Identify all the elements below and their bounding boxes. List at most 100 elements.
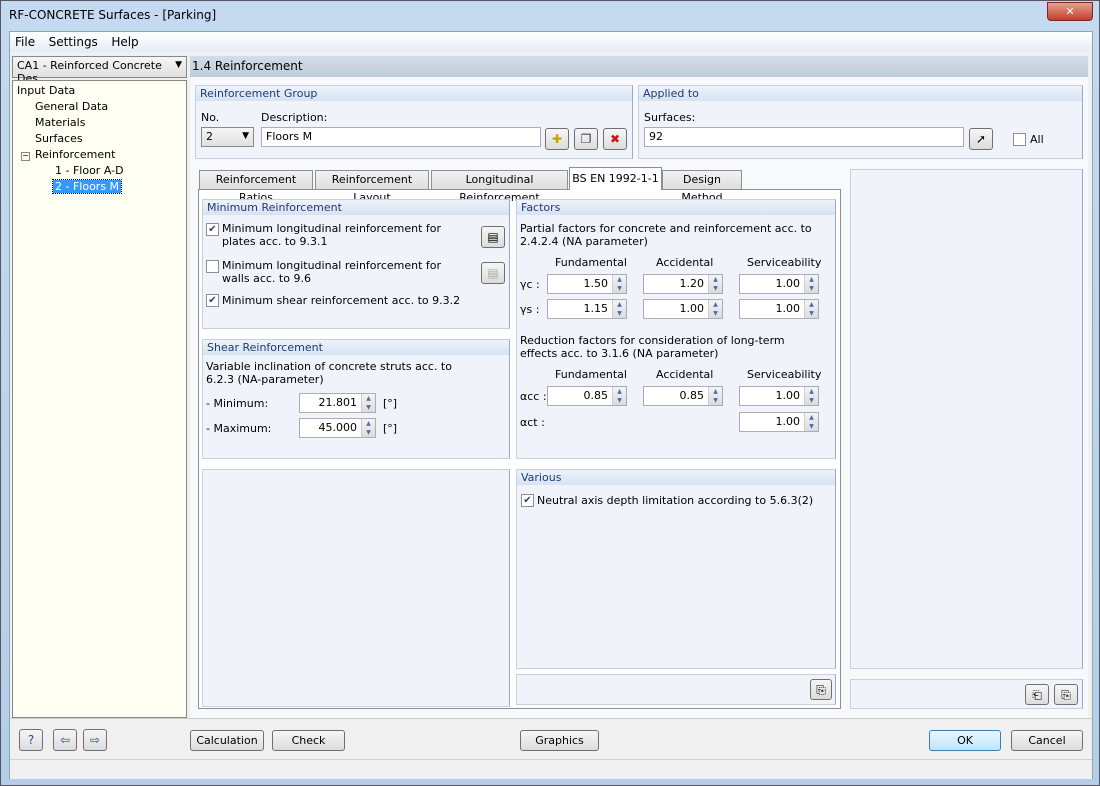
- factor-value: 1.20: [679, 277, 705, 290]
- gamma-s-input[interactable]: 1.00 ▲ ▼: [643, 299, 723, 319]
- spinner[interactable]: ▲ ▼: [361, 419, 375, 437]
- surfaces-label: Surfaces:: [644, 111, 696, 124]
- spinner[interactable]: ▲ ▼: [804, 300, 818, 318]
- shear-title: Shear Reinforcement: [203, 340, 509, 355]
- export-button[interactable]: ⎘: [810, 679, 832, 700]
- collapse-icon[interactable]: −: [21, 152, 30, 161]
- info-panel: [850, 169, 1083, 669]
- surfaces-input[interactable]: 92: [644, 127, 964, 147]
- tree-item-surfaces[interactable]: Surfaces: [17, 131, 182, 147]
- spinner[interactable]: ▲ ▼: [804, 387, 818, 405]
- tree-item-materials[interactable]: Materials: [17, 115, 182, 131]
- spinner[interactable]: ▲ ▼: [708, 387, 722, 405]
- tree-item-reinforcement[interactable]: Reinforcement: [35, 148, 115, 161]
- alpha-ct-input[interactable]: 1.00 ▲ ▼: [739, 412, 819, 432]
- import-button[interactable]: ⎗: [1025, 684, 1049, 705]
- next-button[interactable]: ⇨: [83, 729, 107, 751]
- tab-longitudinal-reinforcement[interactable]: Longitudinal Reinforcement: [431, 170, 568, 204]
- chevron-down-icon: ▼: [242, 131, 249, 141]
- shear-reinforcement-group: Shear Reinforcement Variable inclination…: [202, 339, 510, 459]
- edit-icon: ▤: [487, 230, 499, 244]
- factor-value: 1.00: [775, 277, 801, 290]
- partial-factors-description: Partial factors for concrete and reinfor…: [520, 222, 812, 248]
- factor-value: 1.00: [679, 302, 705, 315]
- spinner[interactable]: ▲ ▼: [708, 300, 722, 318]
- alpha-cc-input[interactable]: 0.85 ▲ ▼: [547, 386, 627, 406]
- close-button[interactable]: ✕: [1047, 2, 1093, 21]
- plates-settings-button[interactable]: ▤: [481, 226, 505, 248]
- info-toolbar: ⎗ ⎘: [850, 679, 1083, 709]
- copy-group-button[interactable]: ❐: [574, 128, 598, 150]
- col-accidental: Accidental: [656, 368, 714, 381]
- new-group-button[interactable]: ✚: [545, 128, 569, 150]
- neutral-axis-checkbox[interactable]: ✔: [521, 494, 534, 507]
- gamma-c-input[interactable]: 1.20 ▲ ▼: [643, 274, 723, 294]
- alpha-cc-label: αcc :: [520, 390, 547, 403]
- spinner[interactable]: ▲ ▼: [361, 394, 375, 412]
- previous-button[interactable]: ⇦: [53, 729, 77, 751]
- help-icon: ?: [27, 733, 35, 747]
- min-plates-label: Minimum longitudinal reinforcement for p…: [222, 222, 442, 248]
- gamma-s-input[interactable]: 1.15 ▲ ▼: [547, 299, 627, 319]
- neutral-axis-label: Neutral axis depth limitation according …: [537, 494, 814, 507]
- walls-settings-button[interactable]: ▤: [481, 262, 505, 284]
- col-fundamental: Fundamental: [555, 256, 627, 269]
- tab-bs-en-1992-1-1[interactable]: BS EN 1992-1-1: [569, 167, 662, 190]
- alpha-cc-input[interactable]: 1.00 ▲ ▼: [739, 386, 819, 406]
- spinner[interactable]: ▲ ▼: [804, 413, 818, 431]
- tree-root[interactable]: Input Data: [17, 83, 182, 99]
- menu-file[interactable]: File: [10, 32, 40, 52]
- pick-surfaces-button[interactable]: ➚: [969, 128, 993, 150]
- spinner[interactable]: ▲ ▼: [708, 275, 722, 293]
- cancel-button[interactable]: Cancel: [1011, 730, 1083, 751]
- menu-settings[interactable]: Settings: [44, 32, 103, 52]
- factor-value: 1.15: [583, 302, 609, 315]
- min-walls-checkbox[interactable]: [206, 260, 219, 273]
- factor-value: 0.85: [679, 389, 705, 402]
- graphics-button[interactable]: Graphics: [520, 730, 599, 751]
- col-serviceability: Serviceability: [747, 256, 822, 269]
- alpha-cc-input[interactable]: 0.85 ▲ ▼: [643, 386, 723, 406]
- factor-value: 1.00: [775, 389, 801, 402]
- delete-group-button[interactable]: ✖: [603, 128, 627, 150]
- edit-icon: ▤: [487, 266, 499, 280]
- spinner[interactable]: ▲ ▼: [804, 275, 818, 293]
- all-label: All: [1030, 133, 1044, 146]
- client-area: File Settings Help CA1 - Reinforced Conc…: [9, 31, 1093, 779]
- gamma-c-input[interactable]: 1.00 ▲ ▼: [739, 274, 819, 294]
- check-button[interactable]: Check: [272, 730, 345, 751]
- new-icon: ✚: [551, 132, 563, 146]
- no-label: No.: [201, 111, 220, 124]
- shear-description: Variable inclination of concrete struts …: [206, 360, 452, 386]
- factor-value: 0.85: [583, 389, 609, 402]
- no-combo[interactable]: 2 ▼: [201, 127, 254, 147]
- tree-item-floor-a-d[interactable]: 1 - Floor A-D: [17, 163, 182, 179]
- tab-reinforcement-ratios[interactable]: Reinforcement Ratios: [199, 170, 313, 204]
- tree-item-general-data[interactable]: General Data: [17, 99, 182, 115]
- spinner[interactable]: ▲ ▼: [612, 387, 626, 405]
- tab-reinforcement-layout[interactable]: Reinforcement Layout: [315, 170, 429, 204]
- help-button[interactable]: ?: [19, 729, 43, 751]
- spinner[interactable]: ▲ ▼: [612, 275, 626, 293]
- gamma-c-input[interactable]: 1.50 ▲ ▼: [547, 274, 627, 294]
- description-input[interactable]: Floors M: [261, 127, 541, 147]
- shear-max-input[interactable]: 45.000 ▲ ▼: [299, 418, 376, 438]
- spinner[interactable]: ▲ ▼: [612, 300, 626, 318]
- ok-button[interactable]: OK: [929, 730, 1001, 751]
- gamma-s-input[interactable]: 1.00 ▲ ▼: [739, 299, 819, 319]
- menu-help[interactable]: Help: [106, 32, 143, 52]
- calculation-button[interactable]: Calculation: [190, 730, 264, 751]
- group-title: Reinforcement Group: [196, 86, 632, 101]
- all-checkbox[interactable]: [1013, 133, 1026, 146]
- shear-min-input[interactable]: 21.801 ▲ ▼: [299, 393, 376, 413]
- export-icon: ⎘: [816, 683, 826, 697]
- min-shear-checkbox[interactable]: ✔: [206, 294, 219, 307]
- arrow-right-icon: ⇨: [89, 733, 101, 747]
- tree-item-floors-m[interactable]: 2 - Floors M: [51, 179, 123, 194]
- min-plates-checkbox[interactable]: ✔: [206, 223, 219, 236]
- tab-design-method[interactable]: Design Method: [662, 170, 742, 204]
- export-button[interactable]: ⎘: [1054, 684, 1078, 705]
- gamma-c-label: γc :: [520, 278, 540, 291]
- case-combo[interactable]: CA1 - Reinforced Concrete Des ▼: [12, 56, 187, 85]
- reduction-factors-description: Reduction factors for consideration of l…: [520, 334, 785, 360]
